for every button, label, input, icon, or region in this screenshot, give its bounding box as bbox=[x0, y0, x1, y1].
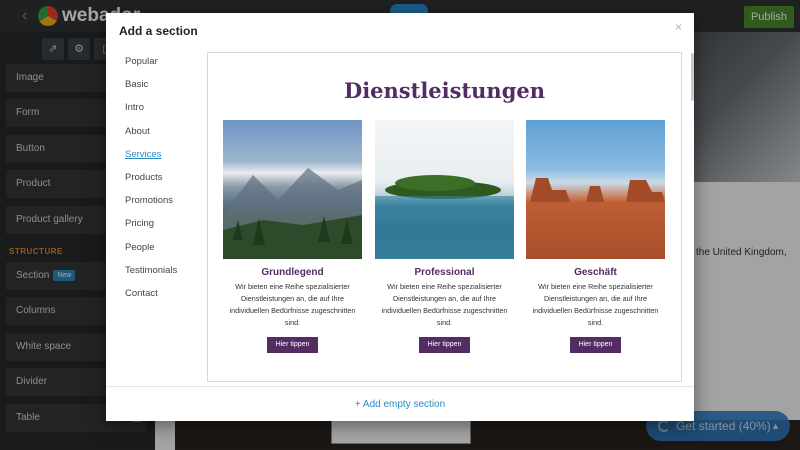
service-card: Geschäft Wir bieten eine Reihe spezialis… bbox=[526, 120, 665, 353]
category-contact[interactable]: Contact bbox=[125, 288, 177, 311]
category-list: Popular Basic Intro About Services Produ… bbox=[125, 56, 177, 311]
card-cta-button[interactable]: Hier tippen bbox=[570, 337, 621, 353]
category-pricing[interactable]: Pricing bbox=[125, 218, 177, 241]
card-image-desert bbox=[526, 120, 665, 259]
section-preview[interactable]: Dienstleistungen Grundlegend Wir bieten … bbox=[207, 52, 682, 382]
card-text: Wir bieten eine Reihe spezialisierter Di… bbox=[229, 282, 356, 327]
category-popular[interactable]: Popular bbox=[125, 56, 177, 79]
card-title: Grundlegend bbox=[261, 267, 324, 278]
preview-scrollbar[interactable] bbox=[691, 53, 694, 101]
category-about[interactable]: About bbox=[125, 126, 177, 149]
card-title: Professional bbox=[414, 267, 475, 278]
card-cta-button[interactable]: Hier tippen bbox=[419, 337, 470, 353]
preview-title: Dienstleistungen bbox=[343, 78, 546, 103]
add-section-modal: Add a section × Popular Basic Intro Abou… bbox=[106, 13, 694, 421]
card-image-mountains bbox=[223, 120, 362, 259]
modal-footer: + Add empty section bbox=[106, 386, 694, 421]
category-products[interactable]: Products bbox=[125, 172, 177, 195]
category-promotions[interactable]: Promotions bbox=[125, 195, 177, 218]
desert-illustration bbox=[526, 178, 665, 259]
category-people[interactable]: People bbox=[125, 242, 177, 265]
category-services[interactable]: Services bbox=[125, 149, 177, 172]
mountains-illustration bbox=[223, 168, 362, 259]
card-cta-button[interactable]: Hier tippen bbox=[267, 337, 318, 353]
category-intro[interactable]: Intro bbox=[125, 102, 177, 125]
category-basic[interactable]: Basic bbox=[125, 79, 177, 102]
modal-title: Add a section bbox=[119, 24, 198, 38]
add-empty-section-link[interactable]: + Add empty section bbox=[355, 399, 445, 410]
island-illustration bbox=[375, 175, 514, 259]
service-card: Professional Wir bieten eine Reihe spezi… bbox=[375, 120, 514, 353]
category-testimonials[interactable]: Testimonials bbox=[125, 265, 177, 288]
card-text: Wir bieten eine Reihe spezialisierter Di… bbox=[381, 282, 508, 327]
card-text: Wir bieten eine Reihe spezialisierter Di… bbox=[532, 282, 659, 327]
card-image-island bbox=[375, 120, 514, 259]
card-title: Geschäft bbox=[574, 267, 617, 278]
close-icon[interactable]: × bbox=[675, 20, 682, 34]
service-card: Grundlegend Wir bieten eine Reihe spezia… bbox=[223, 120, 362, 353]
